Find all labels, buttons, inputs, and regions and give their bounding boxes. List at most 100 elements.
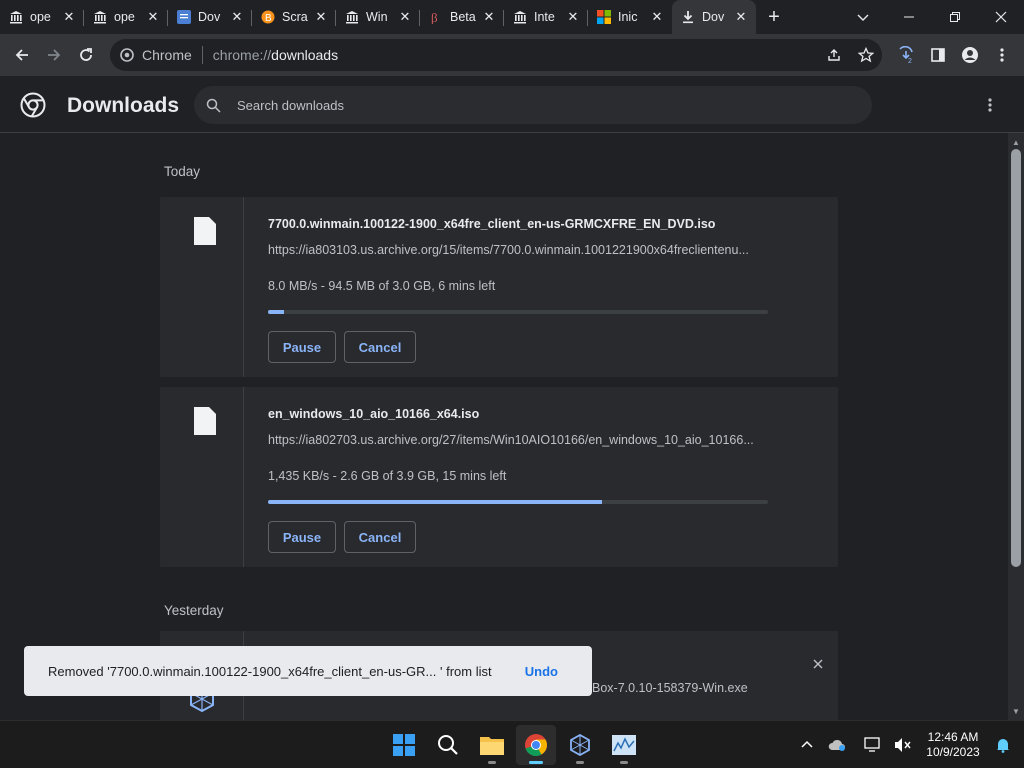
profile-button[interactable] [954,39,986,71]
tab-close-icon[interactable]: ✕ [62,9,76,24]
network-tray-button[interactable] [858,730,888,760]
windows-icon [596,9,612,25]
tab-close-icon[interactable]: ✕ [734,9,748,24]
tab-title: Dov [702,10,725,24]
download-filename[interactable]: en_windows_10_aio_10166_x64.iso [268,407,479,421]
scroll-up-arrow-icon[interactable]: ▲ [1008,135,1024,149]
scrollbar-thumb[interactable] [1011,149,1021,567]
undo-button[interactable]: Undo [525,664,558,679]
back-button[interactable] [6,39,38,71]
tab-9[interactable]: Dov ✕ [672,0,756,34]
taskbar-apps [384,725,644,765]
share-button[interactable] [818,39,850,71]
tab-close-icon[interactable]: ✕ [146,9,160,24]
chrome-logo-icon [20,92,46,118]
back-arrow-icon [15,49,28,61]
restore-icon [950,12,960,22]
bell-icon [997,739,1009,753]
minimize-button[interactable] [886,0,932,34]
tab-title: Win [366,10,388,24]
close-window-button[interactable] [978,0,1024,34]
downloads-list: Today 7700.0.winmain.100122-1900_x64fre_… [0,133,1008,720]
chevron-down-icon [857,14,869,21]
pause-button[interactable]: Pause [268,331,336,363]
start-button[interactable] [384,725,424,765]
tab-2[interactable]: ope ✕ [84,0,168,34]
section-today: Today [164,164,201,179]
download-item: en_windows_10_aio_10166_x64.iso https://… [160,387,838,567]
chrome-taskbar-button[interactable] [516,725,556,765]
tab-search-button[interactable] [840,0,886,34]
tab-6[interactable]: β Beta ✕ [420,0,504,34]
site-chip[interactable]: Chrome [120,46,203,64]
file-icon [194,217,216,245]
browser-toolbar: Chrome chrome://downloads 2 [0,34,1024,76]
taskbar-clock[interactable]: 12:46 AM 10/9/2023 [918,730,988,760]
tray-overflow-button[interactable] [792,730,822,760]
cancel-button[interactable]: Cancel [344,521,416,553]
download-icon [680,9,696,25]
kebab-icon [1000,48,1004,62]
bookmark-button[interactable] [850,39,882,71]
cancel-button[interactable]: Cancel [344,331,416,363]
url-host: downloads [271,47,339,63]
forward-button[interactable] [38,39,70,71]
new-tab-button[interactable]: + [756,0,792,34]
folder-icon [480,737,504,755]
windows-start-icon [393,734,415,756]
search-taskbar-button[interactable] [428,725,468,765]
reload-button[interactable] [70,39,102,71]
kebab-icon [988,98,992,112]
address-bar[interactable]: Chrome chrome://downloads [110,39,882,71]
tab-7[interactable]: Inte ✕ [504,0,588,34]
url-text[interactable]: chrome://downloads [203,47,338,63]
download-url[interactable]: https://ia802703.us.archive.org/27/items… [268,433,754,447]
monitor-taskbar-button[interactable] [604,725,644,765]
download-url[interactable]: https://ia803103.us.archive.org/15/items… [268,243,749,257]
site-chip-label: Chrome [142,47,192,63]
search-input[interactable] [237,97,837,113]
volume-tray-button[interactable] [888,730,918,760]
download-filename[interactable]: 7700.0.winmain.100122-1900_x64fre_client… [268,217,715,231]
tab-5[interactable]: Win ✕ [336,0,420,34]
downloads-button[interactable]: 2 [890,39,922,71]
notifications-button[interactable] [988,730,1018,760]
network-icon [864,737,880,752]
tab-1[interactable]: ope ✕ [0,0,84,34]
tab-close-icon[interactable]: ✕ [230,9,244,24]
toast-message: Removed '7700.0.winmain.100122-1900_x64f… [48,663,492,679]
tab-close-icon[interactable]: ✕ [482,9,496,24]
tab-close-icon[interactable]: ✕ [398,9,412,24]
avatar-icon [962,47,978,63]
page-scrollbar[interactable]: ▲ ▼ [1008,133,1024,720]
tab-4[interactable]: B Scra ✕ [252,0,336,34]
download-item: 7700.0.winmain.100122-1900_x64fre_client… [160,197,838,377]
tab-8[interactable]: Inic ✕ [588,0,672,34]
windows-taskbar: 12:46 AM 10/9/2023 [0,720,1024,768]
archive-icon [8,9,24,25]
chrome-icon [120,48,134,62]
cloud-icon [828,739,845,751]
archive-icon [92,9,108,25]
onedrive-tray-button[interactable] [822,730,852,760]
virtualbox-taskbar-button[interactable] [560,725,600,765]
pause-button[interactable]: Pause [268,521,336,553]
search-downloads-box[interactable] [194,86,872,124]
downloads-header: Downloads [0,76,1024,133]
side-panel-button[interactable] [922,39,954,71]
restore-button[interactable] [932,0,978,34]
search-icon [438,735,458,755]
file-explorer-button[interactable] [472,725,512,765]
search-icon [206,98,221,113]
file-icon [194,407,216,435]
clock-time: 12:46 AM [927,730,979,744]
chrome-menu-button[interactable] [986,39,1018,71]
download-filename[interactable]: Box-7.0.10-158379-Win.exe [592,681,748,695]
downloads-menu-button[interactable] [982,94,998,116]
tab-3[interactable]: Dov ✕ [168,0,252,34]
tab-close-icon[interactable]: ✕ [566,9,580,24]
tab-close-icon[interactable]: ✕ [314,9,328,24]
scroll-down-arrow-icon[interactable]: ▼ [1008,704,1024,718]
tab-close-icon[interactable]: ✕ [650,9,664,24]
toast-close-button[interactable] [810,656,826,672]
